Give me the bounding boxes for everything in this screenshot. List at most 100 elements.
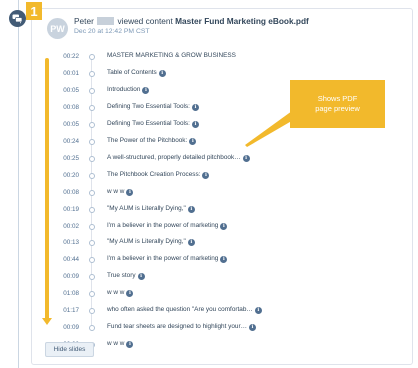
- timeline-dot: [89, 54, 95, 60]
- user-name[interactable]: Peter: [74, 16, 94, 26]
- slide-title: w w wi: [107, 340, 134, 349]
- slide-title: Defining Two Essential Tools: i: [107, 103, 199, 111]
- chat-icon: [9, 10, 26, 27]
- slide-title: Fund tear sheets are designed to highlig…: [107, 323, 256, 332]
- slide-view-time: 00:44: [63, 256, 79, 264]
- timeline-dot: [89, 87, 95, 94]
- slide-title-text: I'm a believer in the power of marketing: [107, 255, 219, 263]
- slide-view-time: 00:13: [63, 239, 79, 247]
- timeline-dot: [89, 155, 95, 162]
- slide-title-text: True story: [107, 272, 136, 280]
- info-icon[interactable]: i: [254, 307, 262, 315]
- avatar: PW: [47, 18, 68, 39]
- slide-title-text: w w w: [107, 289, 125, 297]
- slide-title: Table of Contents i: [107, 69, 166, 77]
- slide-title-text: who often asked the question "Are you co…: [107, 306, 253, 314]
- slide-row[interactable]: 00:01 Table of Contents i: [0, 68, 380, 80]
- info-icon[interactable]: i: [187, 239, 195, 247]
- info-icon[interactable]: i: [191, 120, 199, 128]
- slide-title-text: w w w: [107, 187, 125, 195]
- slide-title: "My AUM is Literally Dying," i: [107, 205, 195, 213]
- slide-view-time: 01:08: [63, 290, 79, 298]
- slide-row[interactable]: 01:17 who often asked the question "Are y…: [0, 305, 380, 317]
- slide-row[interactable]: 00:25 A well-structured, properly detaile…: [0, 153, 380, 165]
- timeline-dot: [89, 138, 95, 145]
- slide-title-text: Defining Two Essential Tools:: [107, 102, 190, 110]
- info-icon[interactable]: i: [126, 188, 134, 196]
- slide-view-time: 00:22: [63, 53, 79, 60]
- timeline-dot: [89, 325, 95, 332]
- step-number-badge: 1: [26, 2, 42, 20]
- slide-title: "My AUM is Literally Dying," i: [107, 238, 195, 247]
- timeline-dot: [89, 104, 95, 111]
- slide-title: True story i: [107, 272, 145, 281]
- slide-title-text: MASTER MARKETING & GROW BUSINESS: [107, 52, 236, 59]
- redacted-last-name: [97, 17, 115, 25]
- info-icon[interactable]: i: [158, 69, 166, 77]
- slide-title: I'm a believer in the power of marketing…: [107, 221, 228, 230]
- info-icon[interactable]: i: [202, 171, 210, 179]
- timeline-dot: [89, 274, 95, 281]
- timeline-dot: [89, 240, 95, 247]
- slide-row[interactable]: 00:24 The Power of the Pitchbook: i: [0, 136, 380, 148]
- slide-title: w w wi: [107, 289, 134, 298]
- slide-title: The Pitchbook Creation Process: i: [107, 171, 210, 179]
- info-icon[interactable]: i: [126, 341, 134, 349]
- action-text: viewed content: [117, 16, 173, 26]
- slide-title-text: Fund tear sheets are designed to highlig…: [107, 323, 247, 331]
- slide-row[interactable]: 00:19 "My AUM is Literally Dying," i: [0, 204, 380, 216]
- slide-title: A well-structured, properly detailed pit…: [107, 154, 250, 162]
- slide-view-time: 00:01: [63, 69, 79, 77]
- content-title[interactable]: Master Fund Marketing eBook.pdf: [175, 16, 309, 26]
- timeline-dot: [89, 257, 95, 264]
- info-icon[interactable]: i: [242, 154, 250, 162]
- info-icon[interactable]: i: [126, 290, 134, 298]
- activity-header: Peter viewed content Master Fund Marketi…: [74, 16, 309, 26]
- slide-view-time: 00:09: [63, 273, 79, 281]
- slide-title: MASTER MARKETING & GROW BUSINESS: [107, 52, 236, 59]
- info-icon[interactable]: i: [137, 273, 145, 281]
- slide-row[interactable]: 00:09 Fund tear sheets are designed to hi…: [0, 322, 380, 334]
- callout-pointer: [245, 111, 295, 147]
- slide-title-text: "My AUM is Literally Dying,": [107, 204, 186, 212]
- info-icon[interactable]: i: [142, 86, 150, 94]
- timeline-dot: [89, 308, 95, 315]
- timeline-dot: [89, 206, 95, 213]
- annotation-callout: Shows PDF page preview: [290, 80, 385, 128]
- slide-row[interactable]: 00:44 I'm a believer in the power of mark…: [0, 254, 380, 266]
- info-icon[interactable]: i: [189, 137, 197, 145]
- info-icon[interactable]: i: [248, 324, 256, 332]
- timeline-dot: [89, 70, 95, 77]
- info-icon[interactable]: i: [220, 256, 228, 264]
- slide-title: Defining Two Essential Tools: i: [107, 120, 199, 128]
- slide-view-time: 00:24: [63, 137, 79, 145]
- slide-view-time: 00:05: [63, 86, 79, 94]
- slide-title-text: I'm a believer in the power of marketing: [107, 221, 219, 229]
- info-icon[interactable]: i: [187, 205, 195, 213]
- slide-row[interactable]: 00:08 w w wi: [0, 187, 380, 199]
- slide-view-time: 00:20: [63, 171, 79, 179]
- slide-row[interactable]: 00:20 The Pitchbook Creation Process: i: [0, 170, 380, 182]
- slide-title: I'm a believer in the power of marketing…: [107, 255, 228, 264]
- slide-row[interactable]: 00:09 True story i: [0, 271, 380, 283]
- slide-title-text: w w w: [107, 340, 125, 348]
- slide-view-time: 01:17: [63, 307, 79, 315]
- timeline-dot: [89, 291, 95, 298]
- slide-view-time: 00:09: [63, 324, 79, 332]
- slide-title: w w wi: [107, 187, 134, 196]
- timeline-dot: [89, 121, 95, 128]
- slide-row[interactable]: 01:08 w w wi: [0, 288, 380, 300]
- info-icon[interactable]: i: [191, 103, 199, 111]
- activity-timestamp: Dec 20 at 12:42 PM CST: [74, 28, 150, 35]
- slide-row[interactable]: 00:13 "My AUM is Literally Dying," i: [0, 237, 380, 249]
- info-icon[interactable]: i: [220, 222, 228, 230]
- hide-slides-button[interactable]: Hide slides: [45, 342, 94, 357]
- slide-title-text: A well-structured, properly detailed pit…: [107, 153, 241, 161]
- slide-title: The Power of the Pitchbook: i: [107, 137, 197, 145]
- slide-title-text: Defining Two Essential Tools:: [107, 119, 190, 127]
- callout-line-2: page preview: [315, 104, 360, 113]
- slide-view-time: 00:08: [63, 103, 79, 111]
- slide-row[interactable]: 00:22 MASTER MARKETING & GROW BUSINESS: [0, 51, 380, 63]
- slide-view-time: 00:08: [63, 188, 79, 196]
- slide-row[interactable]: 00:02 I'm a believer in the power of mark…: [0, 221, 380, 233]
